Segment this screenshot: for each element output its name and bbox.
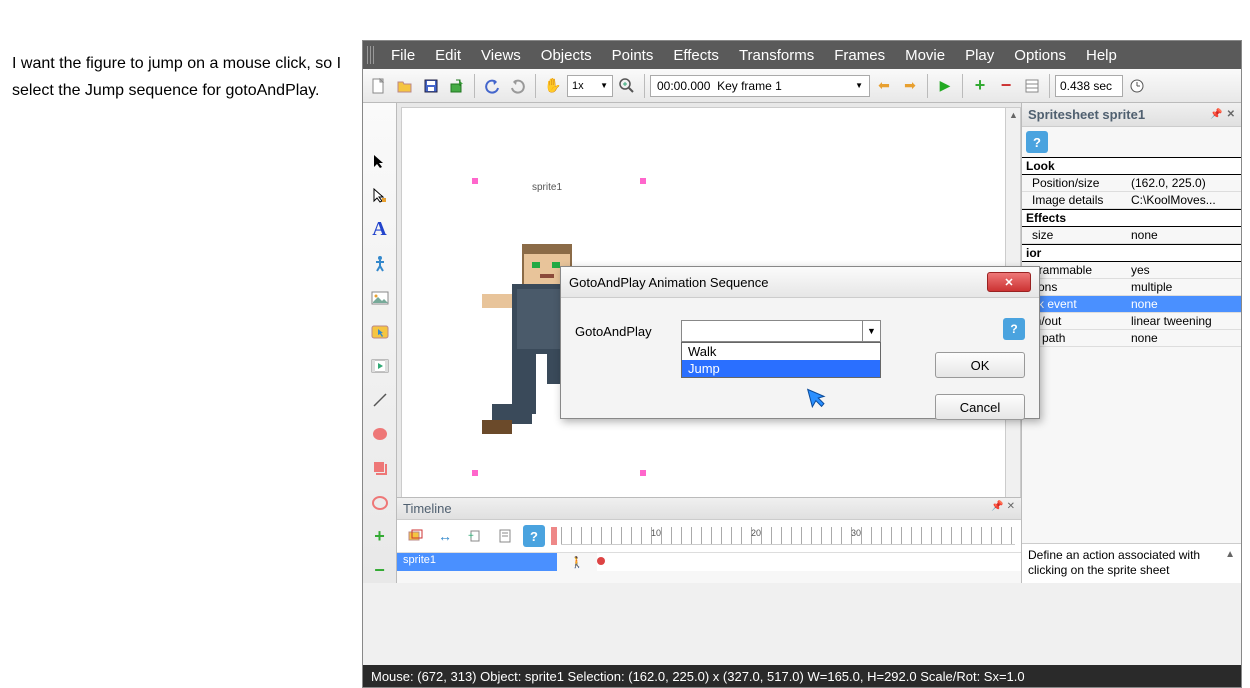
movieclip-tool-icon[interactable] — [367, 354, 393, 378]
menu-effects[interactable]: Effects — [663, 47, 729, 64]
selection-handle[interactable] — [640, 178, 646, 184]
frame-indicator[interactable]: 00:00.000 Key frame 1▼ — [650, 75, 870, 97]
dialog-title: GotoAndPlay Animation Sequence — [569, 275, 768, 290]
timeline-move-icon[interactable]: ↔ — [433, 524, 457, 548]
sprite-label: sprite1 — [532, 182, 562, 193]
export-icon[interactable] — [445, 74, 469, 98]
tool-palette: A + − — [363, 103, 397, 583]
timeline-row[interactable]: sprite1 🚶 — [397, 553, 1021, 571]
svg-text:+: + — [468, 531, 474, 542]
timeline-row-sprite-icon: 🚶 — [557, 553, 597, 571]
menu-objects[interactable]: Objects — [531, 47, 602, 64]
panel-close-icon[interactable]: ✕ — [1227, 109, 1235, 120]
new-icon[interactable] — [367, 74, 391, 98]
prop-row[interactable]: sizenone — [1022, 227, 1241, 244]
open-icon[interactable] — [393, 74, 417, 98]
remove-shape-icon[interactable]: − — [367, 559, 393, 583]
timeline-insert-icon[interactable]: + — [463, 524, 487, 548]
toolbar: ✋ 1x▼ 00:00.000 Key frame 1▼ ⬅ ➡ ▶ + − 0… — [363, 69, 1241, 103]
menu-frames[interactable]: Frames — [824, 47, 895, 64]
line-tool-icon[interactable] — [367, 388, 393, 412]
prop-row[interactable]: tionsmultiple — [1022, 279, 1241, 296]
menu-points[interactable]: Points — [602, 47, 664, 64]
select-tool-icon[interactable] — [367, 149, 393, 173]
cancel-button[interactable]: Cancel — [935, 394, 1025, 420]
figure-tool-icon[interactable] — [367, 251, 393, 275]
menu-views[interactable]: Views — [471, 47, 531, 64]
prop-row-click-event[interactable]: ck eventnone — [1022, 296, 1241, 313]
properties-title: Spritesheet sprite1 — [1028, 107, 1145, 122]
hand-icon[interactable]: ✋ — [541, 74, 565, 98]
prop-row[interactable]: n pathnone — [1022, 330, 1241, 347]
timeline-track[interactable] — [597, 553, 1021, 571]
chevron-down-icon[interactable]: ▼ — [862, 321, 880, 341]
timeline-layers-icon[interactable] — [403, 524, 427, 548]
remove-frame-icon[interactable]: − — [994, 74, 1018, 98]
timeline-help-icon[interactable]: ? — [523, 525, 545, 547]
selection-handle[interactable] — [640, 470, 646, 476]
instruction-text: I want the figure to jump on a mouse cli… — [12, 50, 342, 104]
menu-file[interactable]: File — [381, 47, 425, 64]
timeline-pin-icon[interactable]: 📌 ✕ — [991, 501, 1015, 516]
menu-transforms[interactable]: Transforms — [729, 47, 824, 64]
subselect-tool-icon[interactable] — [367, 183, 393, 207]
prop-group-effects[interactable]: Effects — [1022, 209, 1241, 227]
duration-field[interactable]: 0.438 sec — [1055, 75, 1123, 97]
menu-play[interactable]: Play — [955, 47, 1004, 64]
option-jump[interactable]: Jump — [682, 360, 880, 377]
menu-help[interactable]: Help — [1076, 47, 1127, 64]
keyframe-marker[interactable] — [597, 557, 605, 565]
dialog-field-label: GotoAndPlay — [575, 324, 652, 339]
next-frame-icon[interactable]: ➡ — [898, 74, 922, 98]
menubar: File Edit Views Objects Points Effects T… — [363, 41, 1241, 69]
gotoandplay-dialog: GotoAndPlay Animation Sequence ✕ GotoAnd… — [560, 266, 1040, 419]
rect-tool-icon[interactable] — [367, 456, 393, 480]
option-walk[interactable]: Walk — [682, 343, 880, 360]
statusbar: Mouse: (672, 313) Object: sprite1 Select… — [363, 665, 1241, 687]
sequence-select[interactable]: ▼ — [681, 320, 881, 342]
properties-help-icon[interactable]: ? — [1026, 131, 1048, 153]
undo-icon[interactable] — [480, 74, 504, 98]
sequence-dropdown: Walk Jump — [681, 342, 881, 378]
prop-group-behavior[interactable]: ior — [1022, 244, 1241, 262]
text-tool-icon[interactable]: A — [367, 217, 393, 241]
save-icon[interactable] — [419, 74, 443, 98]
play-icon[interactable]: ▶ — [933, 74, 957, 98]
ok-button[interactable]: OK — [935, 352, 1025, 378]
frame-props-icon[interactable] — [1020, 74, 1044, 98]
menu-options[interactable]: Options — [1004, 47, 1076, 64]
prop-row[interactable]: grammableyes — [1022, 262, 1241, 279]
properties-list: Look Position/size(162.0, 225.0) Image d… — [1022, 157, 1241, 347]
add-frame-icon[interactable]: + — [968, 74, 992, 98]
prop-row[interactable]: Position/size(162.0, 225.0) — [1022, 175, 1241, 192]
prop-group-look[interactable]: Look — [1022, 157, 1241, 175]
prop-row[interactable]: in/outlinear tweening — [1022, 313, 1241, 330]
timeline-panel: Timeline 📌 ✕ ↔ + ? 10 20 30 — [397, 497, 1021, 583]
dialog-close-button[interactable]: ✕ — [987, 272, 1031, 292]
oval-tool-icon[interactable] — [367, 422, 393, 446]
clock-icon[interactable] — [1125, 74, 1149, 98]
menubar-grip — [367, 46, 375, 64]
timeline-row-label[interactable]: sprite1 — [397, 553, 557, 571]
add-shape-icon[interactable]: + — [367, 525, 393, 549]
prop-row[interactable]: Image detailsC:\KoolMoves... — [1022, 192, 1241, 209]
button-tool-icon[interactable] — [367, 320, 393, 344]
zoom-level[interactable]: 1x▼ — [567, 75, 613, 97]
timeline-title: Timeline — [403, 501, 452, 516]
prev-frame-icon[interactable]: ⬅ — [872, 74, 896, 98]
brush-tool-icon[interactable] — [367, 491, 393, 515]
menu-movie[interactable]: Movie — [895, 47, 955, 64]
image-tool-icon[interactable] — [367, 286, 393, 310]
menu-edit[interactable]: Edit — [425, 47, 471, 64]
selection-handle[interactable] — [472, 178, 478, 184]
redo-icon[interactable] — [506, 74, 530, 98]
properties-panel: Spritesheet sprite1 📌 ✕ ? Look Position/s… — [1021, 103, 1241, 583]
properties-hint: Define an action associated with clickin… — [1022, 543, 1241, 583]
panel-pin-icon[interactable]: 📌 — [1210, 109, 1222, 120]
dialog-help-icon[interactable]: ? — [1003, 318, 1025, 340]
zoom-in-icon[interactable] — [615, 74, 639, 98]
timeline-script-icon[interactable] — [493, 524, 517, 548]
